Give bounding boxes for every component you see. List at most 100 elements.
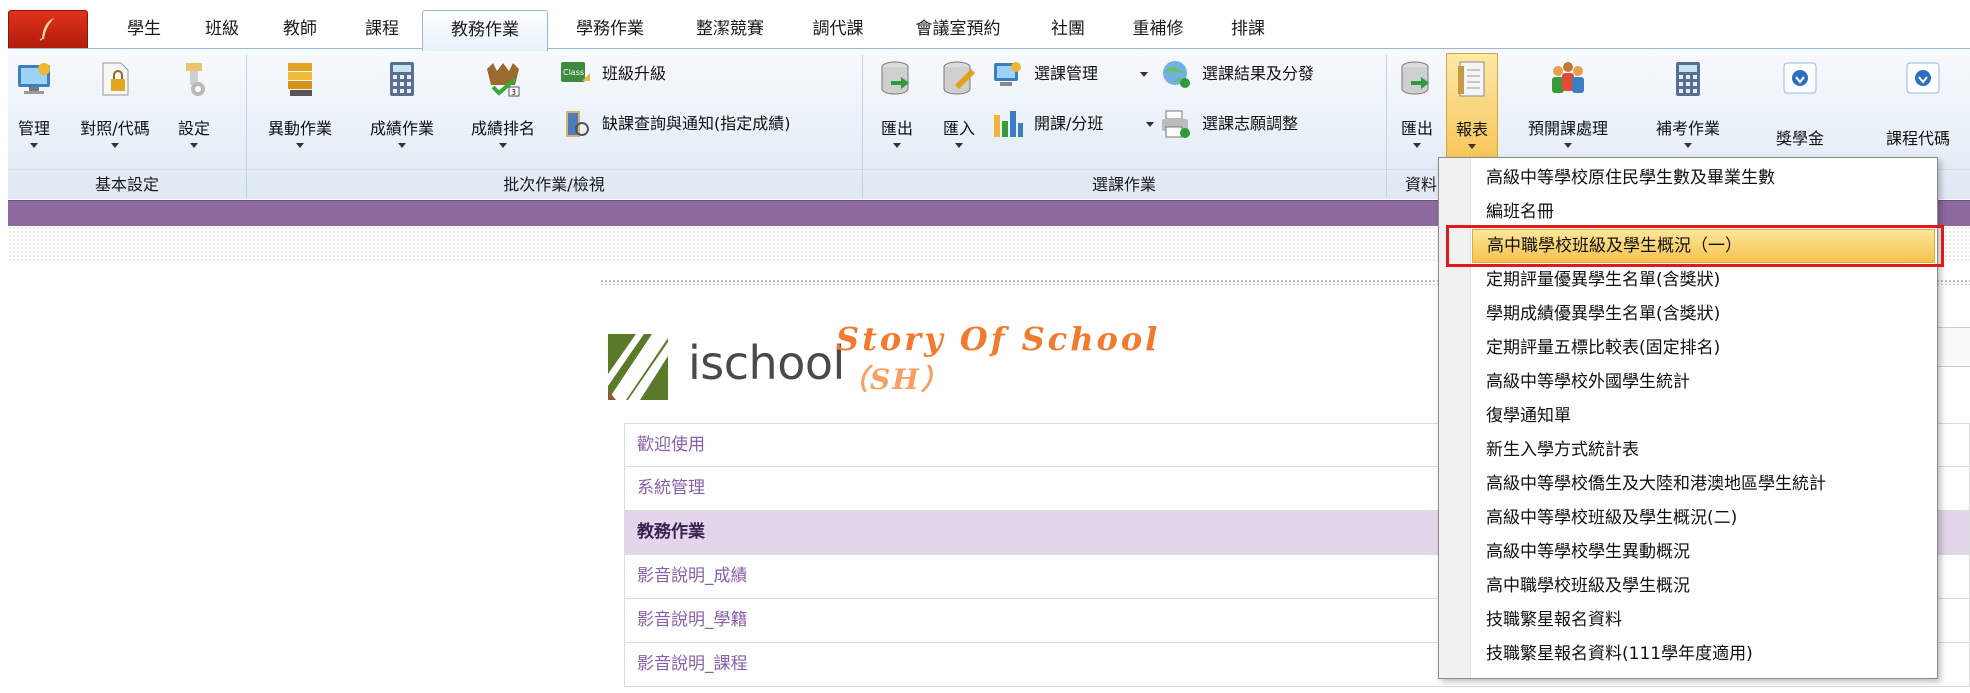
scholarship-button[interactable]: 獎學金 (1760, 53, 1840, 161)
settings-icon (186, 63, 205, 96)
makeup-exam-button[interactable]: 補考作業 (1642, 53, 1734, 161)
chevron-down-icon (190, 143, 198, 148)
course-import-button[interactable]: 匯入 (932, 53, 986, 161)
svg-text:Class: Class (563, 68, 584, 77)
class-upgrade-icon: Class (561, 62, 590, 82)
tab-cleaning-contest[interactable]: 整潔競賽 (680, 10, 780, 48)
course-manage-button[interactable]: 選課管理 (992, 57, 1152, 91)
menu-icon-gutter (1439, 158, 1471, 678)
data-export-label: 匯出 (1400, 119, 1433, 138)
chevron-down-icon (1564, 143, 1572, 148)
svg-text:3: 3 (511, 88, 516, 97)
open-course-button[interactable]: 開課/分班 (992, 107, 1156, 141)
menu-item-readmission-notice[interactable]: 復學通知單 (1472, 399, 1935, 433)
transfer-operation-label: 異動作業 (267, 119, 332, 138)
menu-item-foreign-students[interactable]: 高級中等學校外國學生統計 (1472, 365, 1935, 399)
chevron-down-icon (296, 143, 304, 148)
group-label-basic-settings: 基本設定 (94, 175, 159, 194)
class-upgrade-button[interactable]: Class 班級升級 (560, 57, 700, 91)
score-ranking-label: 成績排名 (470, 119, 535, 138)
tab-meeting-room[interactable]: 會議室預約 (900, 10, 1016, 48)
globe-icon (1163, 61, 1190, 88)
absence-query-button[interactable]: 缺課查詢與通知(指定成績) (560, 107, 850, 141)
open-course-label: 開課/分班 (1034, 114, 1104, 133)
tab-course[interactable]: 課程 (352, 10, 412, 48)
chevron-down-icon (111, 143, 119, 148)
chevron-down-icon (1140, 72, 1148, 77)
absence-query-label: 缺課查詢與通知(指定成績) (602, 114, 791, 133)
score-operation-button[interactable]: 成績作業 (360, 53, 444, 161)
database-import-icon (943, 61, 975, 95)
menu-item-class-roster[interactable]: 編班名冊 (1472, 195, 1935, 229)
chevron-down-icon (1413, 143, 1421, 148)
tab-class[interactable]: 班級 (192, 10, 252, 48)
tab-makeup-course[interactable]: 重補修 (1118, 10, 1198, 48)
menu-item-aboriginal-students[interactable]: 高級中等學校原住民學生數及畢業生數 (1472, 161, 1935, 195)
mapping-code-button[interactable]: 對照/代碼 (70, 53, 160, 161)
tab-student[interactable]: 學生 (114, 10, 174, 48)
report-button[interactable]: 報表 (1446, 53, 1498, 161)
chevron-down-icon (499, 143, 507, 148)
tab-club[interactable]: 社團 (1038, 10, 1098, 48)
menu-item-overseas-students[interactable]: 高級中等學校僑生及大陸和港澳地區學生統計 (1472, 467, 1935, 501)
app-orb-button[interactable] (8, 10, 88, 48)
course-export-label: 匯出 (880, 119, 913, 138)
printer-icon (1162, 110, 1190, 138)
menu-item-semester-honor-list[interactable]: 學期成績優異學生名單(含獎狀) (1472, 297, 1935, 331)
logo-text: ischool (688, 336, 845, 390)
menu-item-class-overview-2[interactable]: 高級中等學校班級及學生概況(二) (1472, 501, 1935, 535)
manage-label: 管理 (17, 119, 50, 138)
settings-label: 設定 (177, 119, 210, 138)
logo-subtitle: （SH） (840, 363, 951, 396)
menu-item-five-standard-compare[interactable]: 定期評量五標比較表(固定排名) (1472, 331, 1935, 365)
pre-course-label: 預開課處理 (1527, 119, 1608, 138)
settings-button[interactable]: 設定 (170, 53, 218, 161)
score-ranking-button[interactable]: 3 成績排名 (462, 53, 544, 161)
menu-item-class-overview[interactable]: 高中職學校班級及學生概況 (1472, 569, 1935, 603)
calculator-icon (1676, 62, 1700, 96)
selection-result-button[interactable]: 選課結果及分發 (1160, 57, 1360, 91)
tab-student-affairs[interactable]: 學務作業 (560, 10, 660, 48)
scholarship-icon (1783, 62, 1817, 94)
database-export-icon (1401, 61, 1429, 95)
menu-item-exam-honor-list[interactable]: 定期評量優異學生名單(含獎狀) (1472, 263, 1935, 297)
feather-icon (39, 18, 54, 41)
menu-item-transfer-overview[interactable]: 高級中等學校學生異動概況 (1472, 535, 1935, 569)
menu-item-admission-method[interactable]: 新生入學方式統計表 (1472, 433, 1935, 467)
tab-scheduling[interactable]: 排課 (1218, 10, 1278, 48)
course-export-button[interactable]: 匯出 (870, 53, 924, 161)
tab-academic-affairs[interactable]: 教務作業 (422, 10, 548, 51)
course-code-label: 課程代碼 (1886, 129, 1951, 148)
chevron-down-icon (398, 143, 406, 148)
course-import-label: 匯入 (942, 119, 975, 138)
course-code-icon (1906, 62, 1940, 94)
manage-button[interactable]: 管理 (8, 53, 60, 161)
people-icon (1552, 62, 1584, 93)
menu-item-class-overview-1[interactable]: 高中職學校班級及學生概況（一） (1472, 229, 1935, 263)
transfer-operation-button[interactable]: 異動作業 (258, 53, 342, 161)
course-manage-icon (994, 62, 1021, 86)
ribbon-tab-bar: 學生 班級 教師 課程 教務作業 學務作業 整潔競賽 調代課 會議室預約 社團 … (8, 8, 1970, 51)
class-upgrade-label: 班級升級 (602, 64, 667, 83)
makeup-exam-label: 補考作業 (1655, 119, 1720, 138)
data-export-button[interactable]: 匯出 (1392, 53, 1442, 161)
course-code-button[interactable]: 課程代碼 (1876, 53, 1970, 161)
computer-icon (18, 63, 50, 94)
absence-query-icon (566, 111, 589, 137)
selection-result-label: 選課結果及分發 (1202, 64, 1315, 83)
menu-item-star-application-111[interactable]: 技職繁星報名資料(111學年度適用) (1472, 637, 1935, 671)
menu-item-star-application[interactable]: 技職繁星報名資料 (1472, 603, 1935, 637)
report-label: 報表 (1455, 120, 1488, 139)
score-operation-label: 成績作業 (369, 119, 434, 138)
report-dropdown-menu: 高級中等學校原住民學生數及畢業生數 編班名冊 高中職學校班級及學生概況（一） 定… (1438, 157, 1938, 679)
bar-chart-icon (994, 111, 1023, 137)
preference-adjust-button[interactable]: 選課志願調整 (1160, 107, 1350, 141)
database-export-icon (881, 61, 909, 95)
ranking-icon: 3 (487, 63, 520, 97)
tab-teacher[interactable]: 教師 (270, 10, 330, 48)
tab-substitute[interactable]: 調代課 (798, 10, 878, 48)
pre-course-button[interactable]: 預開課處理 (1512, 53, 1624, 161)
scholarship-label: 獎學金 (1775, 129, 1824, 148)
chevron-down-icon (893, 143, 901, 148)
chevron-down-icon (955, 143, 963, 148)
